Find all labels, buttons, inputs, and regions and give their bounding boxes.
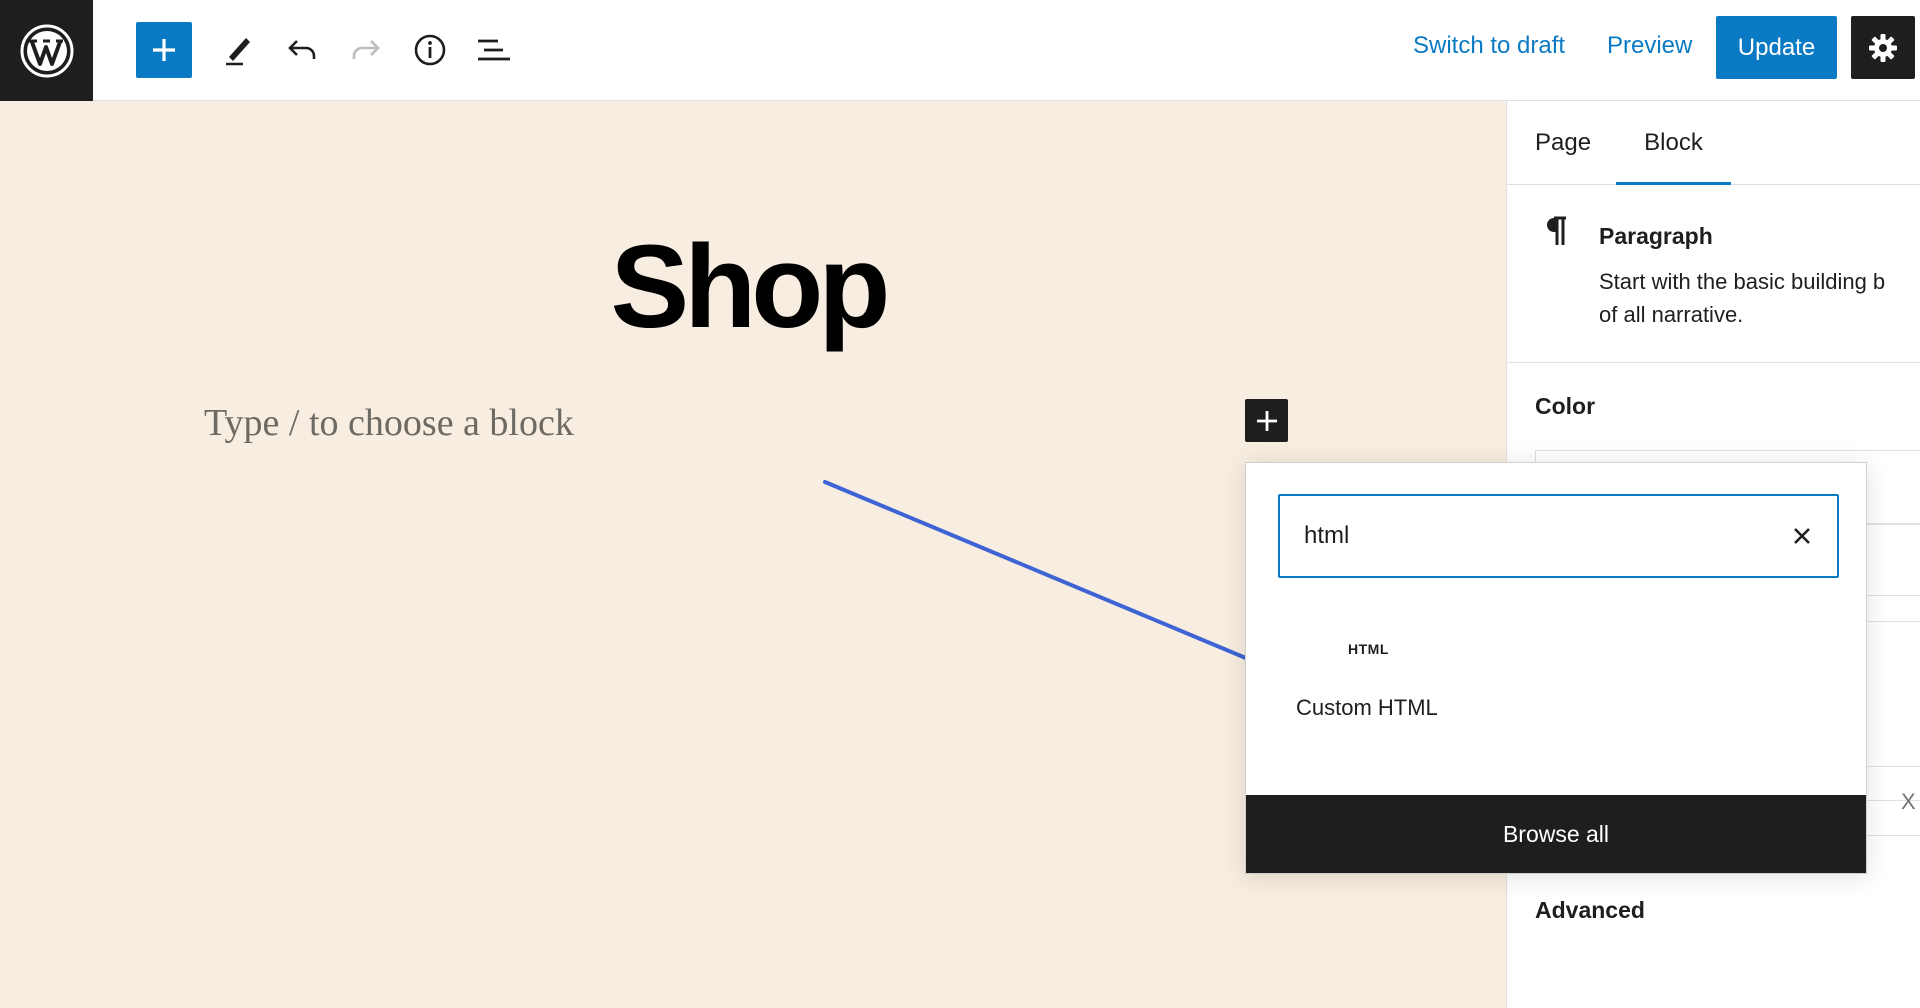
browse-all-button[interactable]: Browse all — [1246, 795, 1866, 873]
sidebar-tabs: Page Block — [1507, 101, 1920, 185]
wordpress-icon — [20, 24, 73, 77]
block-description: Start with the basic building b of all n… — [1599, 265, 1920, 331]
settings-button[interactable] — [1851, 16, 1915, 79]
paragraph-icon — [1547, 216, 1566, 245]
empty-block-placeholder[interactable]: Type / to choose a block — [204, 401, 574, 445]
switch-to-draft-link[interactable]: Switch to draft — [1413, 32, 1565, 60]
block-card: Paragraph Start with the basic building … — [1507, 185, 1920, 363]
update-button[interactable]: Update — [1716, 16, 1837, 79]
peek-text: X — [1901, 789, 1916, 814]
tools-button[interactable] — [210, 22, 266, 78]
preview-link[interactable]: Preview — [1607, 32, 1692, 60]
block-result-custom-html[interactable]: HTML Custom HTML — [1278, 631, 1458, 741]
undo-button[interactable] — [274, 22, 330, 78]
list-view-button[interactable] — [466, 22, 522, 78]
clear-search-button[interactable] — [1782, 516, 1822, 556]
block-result-label: Custom HTML — [1296, 695, 1438, 720]
block-search-box — [1278, 494, 1839, 578]
close-icon — [1794, 528, 1810, 544]
block-description-line-1: Start with the basic building b — [1599, 269, 1886, 294]
block-description-line-2: of all narrative. — [1599, 302, 1744, 327]
undo-icon — [288, 40, 316, 59]
redo-button[interactable] — [338, 22, 394, 78]
list-view-icon — [478, 39, 510, 61]
tab-page[interactable]: Page — [1535, 101, 1591, 185]
html-icon: HTML — [1348, 641, 1389, 657]
plus-icon — [1256, 410, 1277, 431]
block-search-input[interactable] — [1304, 496, 1764, 576]
toggle-block-inserter-button[interactable] — [136, 22, 192, 78]
advanced-panel-title[interactable]: Advanced — [1535, 897, 1645, 924]
add-block-button[interactable] — [1245, 399, 1288, 442]
wordpress-logo[interactable] — [0, 0, 93, 101]
page-title[interactable]: Shop — [0, 228, 1506, 346]
info-icon — [414, 34, 446, 66]
plus-icon — [153, 39, 175, 61]
editor-toolbar: Switch to draft Preview Update — [0, 0, 1920, 101]
gear-icon — [1869, 33, 1897, 62]
redo-icon — [352, 40, 380, 59]
pencil-icon — [226, 38, 250, 66]
color-panel-title[interactable]: Color — [1535, 393, 1595, 420]
block-inserter-popover: HTML Custom HTML Browse all — [1245, 462, 1867, 874]
details-button[interactable] — [402, 22, 458, 78]
block-name: Paragraph — [1599, 223, 1713, 249]
tab-block[interactable]: Block — [1616, 101, 1731, 185]
